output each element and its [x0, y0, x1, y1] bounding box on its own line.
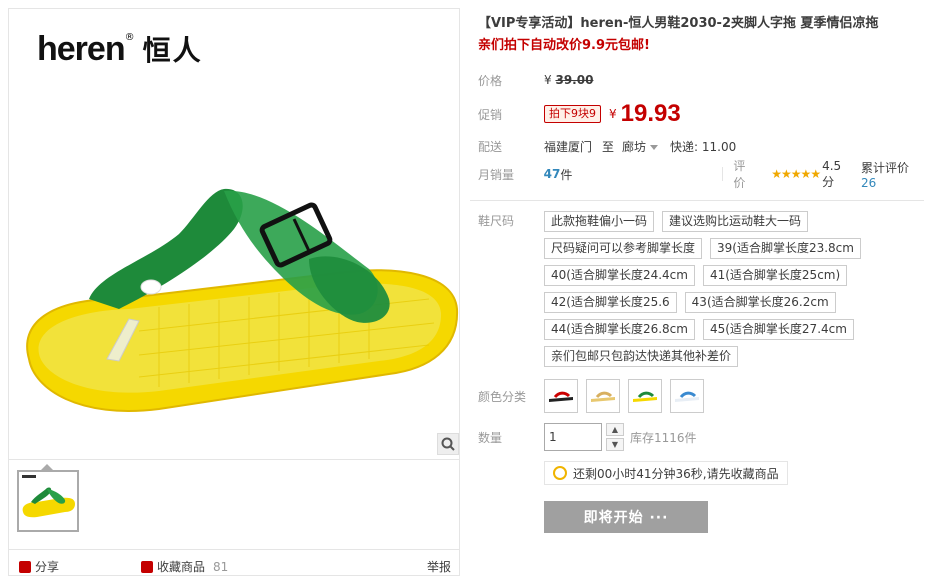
- lightbulb-icon: [553, 466, 567, 480]
- quantity-increase-button[interactable]: ▲: [606, 423, 624, 436]
- logo-chinese: 恒人: [142, 34, 203, 67]
- chevron-down-icon: [650, 144, 659, 150]
- main-product-image[interactable]: [9, 69, 459, 459]
- report-link[interactable]: 举报: [427, 558, 451, 575]
- ship-to-word: 至: [602, 139, 615, 154]
- quantity-decrease-button[interactable]: ▼: [606, 438, 624, 451]
- color-swatch-yellow-green[interactable]: [628, 379, 662, 413]
- sales-label: 月销量: [478, 167, 515, 182]
- sandal-blue-icon: [675, 391, 699, 402]
- promo-currency: ¥: [609, 107, 617, 121]
- size-option[interactable]: 39(适合脚掌长度23.8cm: [710, 238, 861, 259]
- color-swatch-white-blue[interactable]: [670, 379, 704, 413]
- ship-to-value: 廊坊: [622, 139, 647, 154]
- sandal-red-icon: [549, 391, 573, 402]
- express-fee: 快递: 11.00: [670, 139, 737, 154]
- price-value: 39.00: [555, 73, 594, 87]
- shipping-row: 配送 福建厦门 至 廊坊 快递: 11.00: [478, 134, 924, 158]
- share-icon: [19, 560, 31, 573]
- share-link[interactable]: 分享: [19, 558, 59, 575]
- buy-row: 即将开始 ···: [478, 501, 922, 533]
- buy-button[interactable]: 即将开始 ···: [544, 501, 708, 533]
- rating-label: 评价: [733, 159, 746, 190]
- size-option[interactable]: 建议选购比运动鞋大一码: [662, 211, 809, 232]
- promo-label: 促销: [478, 107, 503, 122]
- ship-to-select[interactable]: 廊坊: [622, 138, 659, 155]
- gallery-actions: 分享 收藏商品 81 举报: [9, 549, 459, 575]
- quantity-stepper: ▲ ▼: [606, 423, 624, 451]
- color-label: 颜色分类: [478, 389, 527, 404]
- original-price: ¥ 39.00: [544, 73, 593, 87]
- notice-row: 还剩00小时41分钟36秒,请先收藏商品: [478, 461, 922, 485]
- sandal-yellow-icon: [633, 391, 657, 402]
- magnifier-icon: [441, 437, 455, 451]
- size-label: 鞋尺码: [478, 214, 515, 228]
- size-option[interactable]: 40(适合脚掌长度24.4cm: [544, 265, 695, 286]
- report-label: 举报: [427, 560, 452, 574]
- logo-english: heren: [37, 30, 126, 68]
- rating-stars: ★★★★★: [771, 167, 821, 181]
- reviews-count: 26: [861, 175, 877, 190]
- logo-registered-mark: ®: [124, 32, 135, 43]
- size-option[interactable]: 此款拖鞋偏小一码: [544, 211, 655, 232]
- favorite-icon: [141, 560, 153, 573]
- promo-price: 19.93: [620, 100, 681, 127]
- size-options: 此款拖鞋偏小一码 建议选购比运动鞋大一码 尺码疑问可以参考脚掌长度 39(适合脚…: [544, 211, 914, 367]
- price-currency: ¥: [544, 73, 552, 87]
- favorite-label: 收藏商品: [157, 560, 206, 574]
- countdown-notice: 还剩00小时41分钟36秒,请先收藏商品: [544, 461, 788, 485]
- price-label: 价格: [478, 73, 503, 88]
- share-label: 分享: [35, 560, 60, 574]
- size-option[interactable]: 43(适合脚掌长度26.2cm: [684, 292, 836, 313]
- sales-count: 47: [543, 167, 561, 181]
- size-option[interactable]: 尺码疑问可以参考脚掌长度: [544, 238, 703, 259]
- favorite-count: 81: [213, 559, 229, 574]
- color-swatch-beige[interactable]: [586, 379, 620, 413]
- reviews-link[interactable]: 累计评价26: [861, 159, 924, 190]
- thumbnail-strip: [9, 459, 459, 541]
- size-option[interactable]: 亲们包邮只包韵达快递其他补差价: [544, 346, 739, 367]
- thumbnail-image: [22, 475, 75, 518]
- brand-logo: heren ® 恒人: [37, 29, 203, 69]
- stock-count: 库存1116件: [630, 430, 697, 445]
- sandal-beige-icon: [591, 391, 615, 402]
- price-box: 价格 ¥ 39.00 促销 拍下9块9 ¥ 19.93 配送 福建厦门 至 廊坊…: [472, 68, 924, 191]
- color-options: [544, 379, 704, 413]
- size-selector: 鞋尺码 此款拖鞋偏小一码 建议选购比运动鞋大一码 尺码疑问可以参考脚掌长度 39…: [478, 211, 922, 367]
- color-swatch-red-black[interactable]: [544, 379, 578, 413]
- product-title: 【VIP专享活动】heren-恒人男鞋2030-2夹脚人字拖 夏季情侣凉拖: [478, 16, 879, 31]
- rating-score: 4.5分: [822, 158, 842, 189]
- divider: [722, 167, 724, 181]
- shipping-label: 配送: [478, 139, 503, 154]
- quantity-input[interactable]: [544, 423, 602, 451]
- section-divider: [470, 200, 924, 201]
- product-info: 【VIP专享活动】heren-恒人男鞋2030-2夹脚人字拖 夏季情侣凉拖 亲们…: [470, 14, 924, 533]
- size-option[interactable]: 44(适合脚掌长度26.8cm: [544, 319, 695, 340]
- size-option[interactable]: 45(适合脚掌长度27.4cm: [702, 319, 854, 340]
- price-row: 价格 ¥ 39.00: [478, 68, 924, 92]
- sales-row: 月销量 47 件 评价 ★★★★★ 4.5分 累计评价26: [478, 159, 924, 191]
- zoom-button[interactable]: [437, 433, 459, 455]
- quantity-label: 数量: [478, 430, 503, 445]
- size-option[interactable]: 41(适合脚掌长度25cm): [702, 265, 848, 286]
- product-subtitle: 亲们拍下自动改价9.9元包邮!: [478, 38, 650, 53]
- thumbnail-1[interactable]: [17, 470, 79, 532]
- product-gallery: heren ® 恒人 分享 收藏商品 81 举报: [8, 8, 460, 576]
- promo-row: 促销 拍下9块9 ¥ 19.93: [478, 98, 924, 130]
- favorite-link[interactable]: 收藏商品 81: [141, 558, 228, 575]
- promo-tag: 拍下9块9: [544, 105, 601, 123]
- countdown-text: 还剩00小时41分钟36秒,请先收藏商品: [573, 466, 779, 481]
- size-option[interactable]: 42(适合脚掌长度25.6: [544, 292, 677, 313]
- ship-from: 福建厦门: [544, 139, 593, 154]
- sales-unit: 件: [560, 167, 573, 182]
- quantity-row: 数量 ▲ ▼ 库存1116件: [478, 423, 922, 451]
- reviews-prefix: 累计评价: [861, 160, 910, 175]
- color-selector: 颜色分类: [478, 379, 922, 413]
